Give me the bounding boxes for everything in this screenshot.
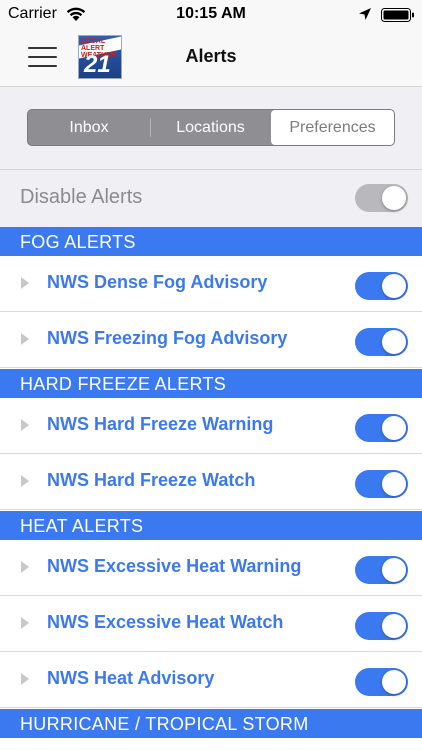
tab-inbox[interactable]: Inbox xyxy=(28,110,150,145)
alert-label: NWS Dense Fog Advisory xyxy=(47,272,268,292)
location-arrow-icon xyxy=(359,8,371,20)
alert-toggle[interactable] xyxy=(355,272,408,300)
section-header-heat: HEAT ALERTS xyxy=(0,511,422,540)
alert-toggle[interactable] xyxy=(355,414,408,442)
alert-label: NWS Heat Advisory xyxy=(47,668,215,688)
navigation-bar: LOCAL ALERT WEATHER 21 Alerts xyxy=(0,32,422,87)
segmented-control-area: Inbox Locations Preferences xyxy=(0,87,422,170)
alert-label: NWS Excessive Heat Watch xyxy=(47,612,284,632)
alert-label: NWS Freezing Fog Advisory xyxy=(47,328,288,348)
alert-toggle[interactable] xyxy=(355,328,408,356)
alert-toggle[interactable] xyxy=(355,556,408,584)
tab-locations[interactable]: Locations xyxy=(151,110,270,145)
alert-toggle[interactable] xyxy=(355,612,408,640)
section-title: HEAT ALERTS xyxy=(20,516,144,536)
disclosure-triangle-icon[interactable] xyxy=(20,276,30,290)
status-bar: Carrier 10:15 AM xyxy=(0,0,422,32)
alert-row-hard-freeze-warning[interactable]: NWS Hard Freeze Warning xyxy=(0,398,422,454)
alert-toggle[interactable] xyxy=(355,668,408,696)
section-title: HURRICANE / TROPICAL STORM xyxy=(20,714,309,734)
section-header-fog: FOG ALERTS xyxy=(0,227,422,256)
disable-alerts-row: Disable Alerts xyxy=(0,170,422,227)
alert-row-hard-freeze-watch[interactable]: NWS Hard Freeze Watch xyxy=(0,454,422,510)
alert-label: NWS Hard Freeze Watch xyxy=(47,470,256,490)
alert-row-dense-fog-advisory[interactable]: NWS Dense Fog Advisory xyxy=(0,256,422,312)
section-header-hard-freeze: HARD FREEZE ALERTS xyxy=(0,369,422,398)
segmented-control: Inbox Locations Preferences xyxy=(27,109,395,146)
disable-alerts-label: Disable Alerts xyxy=(20,186,143,208)
page-title: Alerts xyxy=(185,46,237,66)
disclosure-triangle-icon[interactable] xyxy=(20,560,30,574)
tab-preferences[interactable]: Preferences xyxy=(271,110,394,145)
disclosure-triangle-icon[interactable] xyxy=(20,474,30,488)
alert-row-excessive-heat-watch[interactable]: NWS Excessive Heat Watch xyxy=(0,596,422,652)
section-title: FOG ALERTS xyxy=(20,232,136,252)
disclosure-triangle-icon[interactable] xyxy=(20,616,30,630)
disclosure-triangle-icon[interactable] xyxy=(20,418,30,432)
section-title: HARD FREEZE ALERTS xyxy=(20,374,227,394)
disclosure-triangle-icon[interactable] xyxy=(20,332,30,346)
disclosure-triangle-icon[interactable] xyxy=(20,672,30,686)
battery-icon xyxy=(381,8,414,22)
alert-row-freezing-fog-advisory[interactable]: NWS Freezing Fog Advisory xyxy=(0,312,422,368)
section-header-hurricane: HURRICANE / TROPICAL STORM xyxy=(0,709,422,738)
alert-toggle[interactable] xyxy=(355,470,408,498)
disable-alerts-toggle[interactable] xyxy=(355,184,408,212)
alert-row-excessive-heat-warning[interactable]: NWS Excessive Heat Warning xyxy=(0,540,422,596)
alert-label: NWS Excessive Heat Warning xyxy=(47,556,302,576)
alert-row-heat-advisory[interactable]: NWS Heat Advisory xyxy=(0,652,422,708)
alert-label: NWS Hard Freeze Warning xyxy=(47,414,274,434)
